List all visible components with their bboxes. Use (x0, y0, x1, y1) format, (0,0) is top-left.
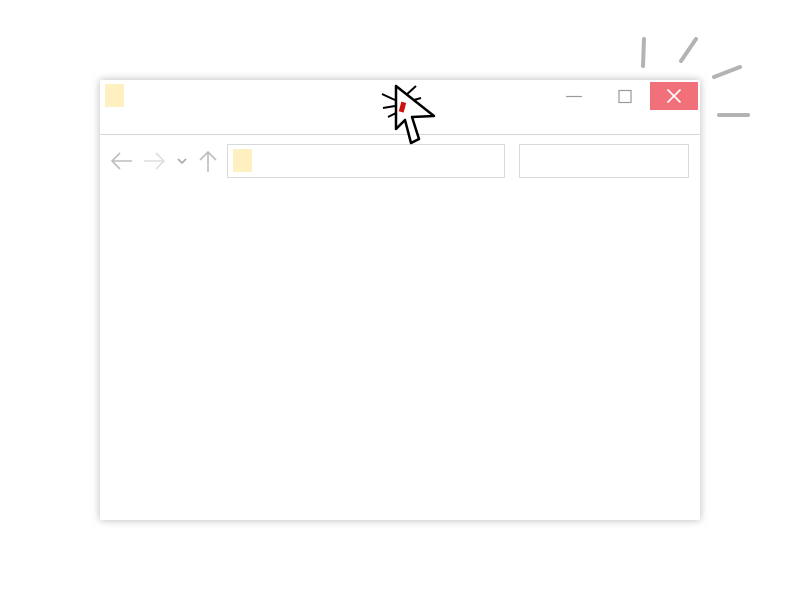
folder-icon (233, 149, 252, 172)
up-level-button[interactable] (196, 149, 220, 173)
recent-locations-button[interactable] (172, 149, 196, 173)
desktop-stage (0, 0, 800, 600)
arrow-right-icon (144, 152, 166, 170)
address-bar[interactable] (227, 144, 505, 178)
chevron-down-icon (177, 158, 187, 165)
back-button[interactable] (110, 149, 134, 173)
forward-button[interactable] (142, 149, 166, 173)
minimize-button[interactable] (550, 82, 598, 110)
folder-icon (105, 84, 124, 107)
file-list-area[interactable] (100, 185, 700, 520)
arrow-left-icon (110, 152, 132, 170)
pointer-cursor-icon (378, 82, 440, 150)
search-input[interactable] (520, 145, 688, 175)
minimize-icon (566, 95, 582, 98)
search-box[interactable] (519, 144, 689, 178)
arrow-up-icon (199, 150, 217, 172)
click-burst-icon (630, 30, 760, 130)
